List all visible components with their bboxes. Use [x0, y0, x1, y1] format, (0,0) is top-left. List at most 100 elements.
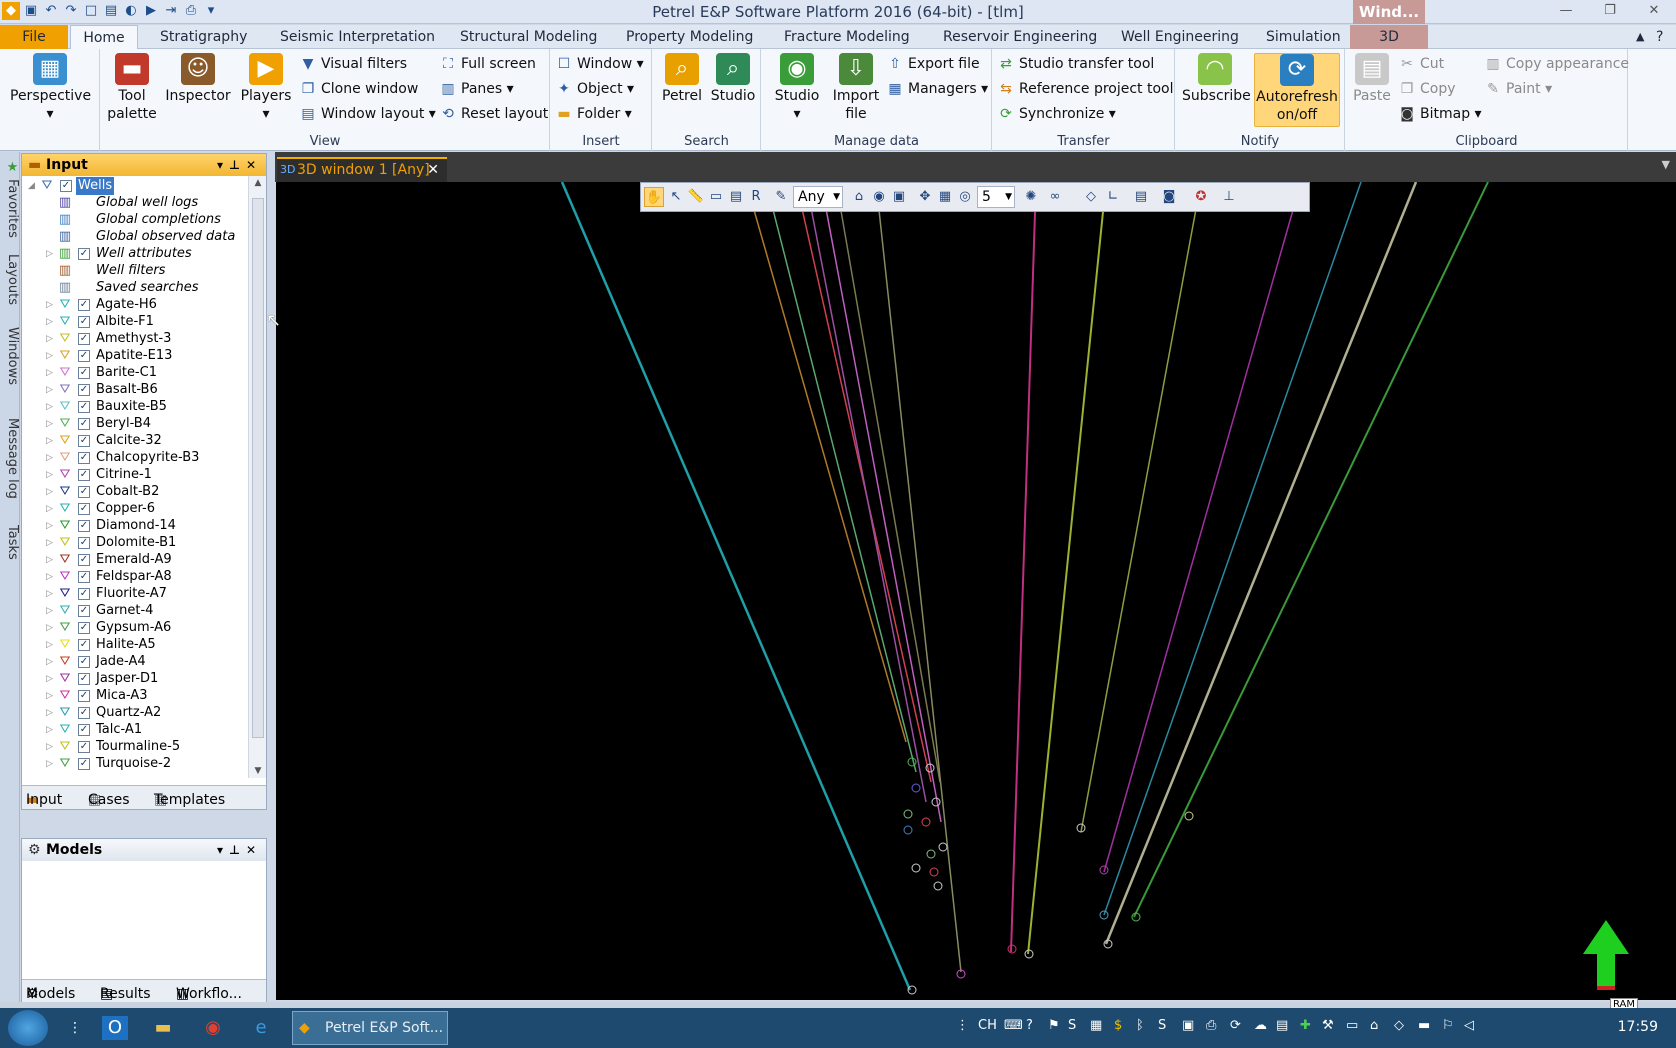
- safely-remove-icon[interactable]: ▬: [1418, 1018, 1430, 1033]
- well-checkbox[interactable]: ✓: [78, 299, 90, 311]
- well-checkbox[interactable]: ✓: [78, 622, 90, 634]
- minimize-icon[interactable]: —: [1544, 0, 1588, 22]
- well-checkbox[interactable]: ✓: [78, 486, 90, 498]
- tab-layouts[interactable]: Layouts: [0, 244, 20, 314]
- expand-icon[interactable]: ▷: [46, 364, 56, 382]
- well-checkbox[interactable]: ✓: [78, 707, 90, 719]
- start-button[interactable]: [8, 1010, 48, 1046]
- import-file-button[interactable]: ⇩ Import file: [830, 53, 882, 123]
- chrome-icon[interactable]: ◉: [200, 1016, 226, 1040]
- studio-button[interactable]: ◉ Studio ▾: [766, 53, 828, 123]
- visual-filters-button[interactable]: ▼ Visual filters: [299, 53, 408, 75]
- tab-3d[interactable]: 3D: [1350, 25, 1428, 49]
- device-icon[interactable]: ⌂: [1370, 1018, 1378, 1033]
- expand-icon[interactable]: ▷: [46, 398, 56, 416]
- expand-icon[interactable]: ▷: [46, 687, 56, 705]
- eraser-tool-icon[interactable]: ▭: [706, 187, 726, 207]
- subscribe-button[interactable]: ◠ Subscribe: [1182, 53, 1251, 105]
- tab-stratigraphy[interactable]: Stratigraphy: [160, 25, 247, 49]
- binoculars-icon[interactable]: ∞: [1045, 187, 1065, 207]
- legend-icon[interactable]: ▤: [1131, 187, 1151, 207]
- tree-checkbox[interactable]: ✓: [78, 248, 90, 260]
- reference-project-tool-button[interactable]: ⇆ Reference project tool: [997, 78, 1173, 100]
- pin-icon[interactable]: ⊥: [1219, 187, 1239, 207]
- display-icon[interactable]: ▭: [1346, 1018, 1358, 1033]
- expand-icon[interactable]: ▷: [46, 483, 56, 501]
- close-icon[interactable]: ✕: [246, 843, 262, 857]
- tray-icon[interactable]: ⚑: [1048, 1018, 1060, 1033]
- well-checkbox[interactable]: ✓: [78, 435, 90, 447]
- eye-view-icon[interactable]: ◉: [869, 187, 889, 207]
- insert-folder-button[interactable]: ▬ Folder ▾: [555, 103, 631, 125]
- language-indicator[interactable]: CH: [978, 1018, 997, 1033]
- well-checkbox[interactable]: ✓: [78, 656, 90, 668]
- center-view-icon[interactable]: ✥: [915, 187, 935, 207]
- dollar-icon[interactable]: $: [1114, 1018, 1122, 1033]
- autorefresh-button[interactable]: ⟳ Autorefresh on/off: [1254, 53, 1340, 127]
- clock[interactable]: 17:59: [1618, 1019, 1658, 1035]
- pan-tool-icon[interactable]: ✋: [644, 187, 664, 207]
- well-checkbox[interactable]: ✓: [78, 520, 90, 532]
- z-scale-dropdown[interactable]: 5 ▼: [977, 186, 1015, 208]
- expand-icon[interactable]: ▷: [46, 721, 56, 739]
- well-checkbox[interactable]: ✓: [78, 758, 90, 770]
- tree-checkbox[interactable]: ✓: [60, 180, 72, 192]
- well-checkbox[interactable]: ✓: [78, 503, 90, 515]
- plus-icon[interactable]: ✚: [1300, 1018, 1311, 1033]
- s-app-icon[interactable]: S: [1158, 1018, 1166, 1033]
- rr-tool-icon[interactable]: R: [746, 187, 766, 207]
- insert-window-button[interactable]: ☐ Window ▾: [555, 53, 644, 75]
- tree-root-wells[interactable]: ◢ ⛛ ✓ Wells: [22, 177, 242, 195]
- well-checkbox[interactable]: ✓: [78, 605, 90, 617]
- lighting-icon[interactable]: ✺: [1021, 187, 1041, 207]
- bluetooth-icon[interactable]: ᛒ: [1136, 1018, 1144, 1033]
- expand-icon[interactable]: ▷: [46, 585, 56, 603]
- measure-tool-icon[interactable]: 📏: [686, 187, 706, 207]
- expand-icon[interactable]: ▷: [46, 704, 56, 722]
- tool-icon[interactable]: ⚒: [1322, 1018, 1334, 1033]
- tab-home[interactable]: Home: [70, 25, 138, 49]
- pin-icon[interactable]: ⊥: [229, 158, 246, 172]
- expand-icon[interactable]: ▷: [46, 534, 56, 552]
- tab-fracture-modeling[interactable]: Fracture Modeling: [784, 25, 910, 49]
- paste-button[interactable]: ▤ Paste: [1350, 53, 1394, 105]
- expand-icon[interactable]: ▷: [46, 755, 56, 773]
- scroll-down-icon[interactable]: ▼: [249, 766, 267, 776]
- well-checkbox[interactable]: ✓: [78, 537, 90, 549]
- well-checkbox[interactable]: ✓: [78, 554, 90, 566]
- export-file-button[interactable]: ⇧ Export file: [886, 53, 979, 75]
- expand-icon[interactable]: ▷: [46, 636, 56, 654]
- explorer-icon[interactable]: ▬: [150, 1016, 176, 1040]
- pin-icon[interactable]: ⊥: [229, 843, 246, 857]
- fit-view-icon[interactable]: ▦: [935, 187, 955, 207]
- scroll-up-icon[interactable]: ▲: [249, 178, 267, 188]
- select-tool-icon[interactable]: ↖: [666, 187, 686, 207]
- ie-icon[interactable]: e: [248, 1016, 274, 1040]
- tab-windows[interactable]: Windows: [0, 316, 20, 396]
- cloud-icon[interactable]: ☁: [1254, 1018, 1267, 1033]
- expand-icon[interactable]: ▷: [46, 432, 56, 450]
- well-checkbox[interactable]: ✓: [78, 571, 90, 583]
- insert-object-button[interactable]: ✦ Object ▾: [555, 78, 634, 100]
- well-checkbox[interactable]: ✓: [78, 333, 90, 345]
- context-tab-window[interactable]: Wind...: [1353, 0, 1425, 24]
- expand-icon[interactable]: ▷: [46, 602, 56, 620]
- expand-icon[interactable]: ▷: [46, 619, 56, 637]
- taskbar-petrel[interactable]: ◆ Petrel E&P Soft...: [292, 1011, 448, 1045]
- expand-icon[interactable]: ▷: [46, 330, 56, 348]
- camera-icon[interactable]: ◙: [1159, 187, 1179, 207]
- sync-icon[interactable]: ⟳: [1230, 1018, 1241, 1033]
- reset-layout-button[interactable]: ⟲ Reset layout: [439, 103, 548, 125]
- panel-menu-icon[interactable]: ▾: [217, 158, 229, 172]
- volume-icon[interactable]: ◁: [1464, 1018, 1474, 1033]
- well-checkbox[interactable]: ✓: [78, 673, 90, 685]
- tab-message-log[interactable]: Message log: [0, 408, 20, 508]
- expand-icon[interactable]: ▷: [46, 313, 56, 331]
- tab-structural-modeling[interactable]: Structural Modeling: [460, 25, 597, 49]
- well-checkbox[interactable]: ✓: [78, 452, 90, 464]
- tab-property-modeling[interactable]: Property Modeling: [626, 25, 753, 49]
- studio-transfer-tool-button[interactable]: ⇄ Studio transfer tool: [997, 53, 1154, 75]
- well-checkbox[interactable]: ✓: [78, 690, 90, 702]
- well-checkbox[interactable]: ✓: [78, 588, 90, 600]
- expand-icon[interactable]: ▷: [46, 500, 56, 518]
